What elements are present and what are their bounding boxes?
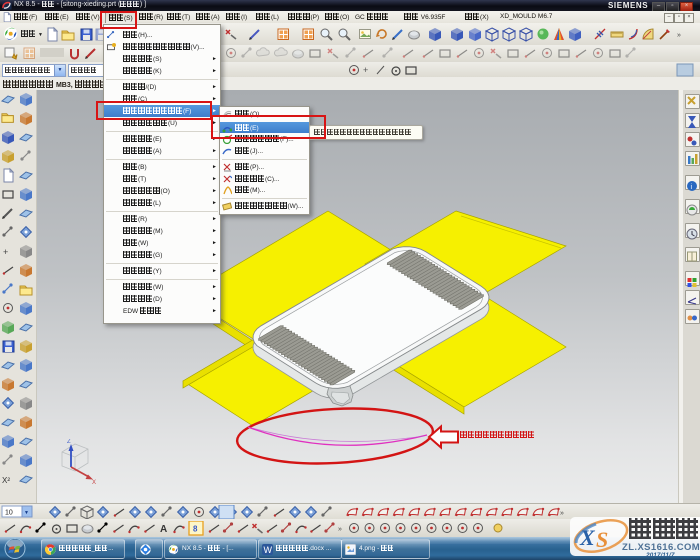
svg-text:»: »: [338, 526, 342, 533]
svg-text:W: W: [264, 545, 273, 555]
svg-text:A: A: [160, 524, 167, 535]
svg-text:10: 10: [5, 510, 13, 517]
svg-text:»: »: [560, 510, 564, 517]
svg-text:»: »: [677, 32, 681, 39]
svg-text:X: X: [579, 525, 596, 550]
svg-text:S: S: [596, 527, 608, 552]
svg-text:▼: ▼: [24, 510, 29, 516]
svg-text:+: +: [363, 65, 368, 75]
svg-text:X²: X²: [2, 476, 10, 485]
svg-text:+: +: [3, 247, 8, 257]
svg-text:8: 8: [193, 524, 198, 533]
